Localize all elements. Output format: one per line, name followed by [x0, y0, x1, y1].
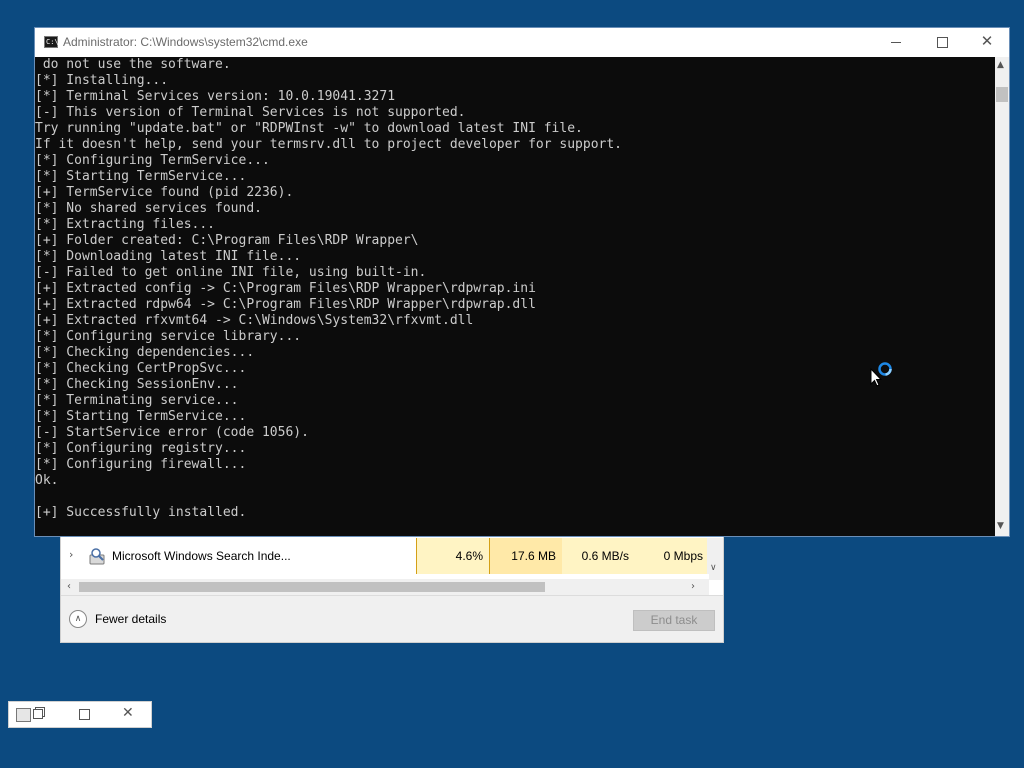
- console-line: [*] Downloading latest INI file...: [35, 249, 302, 264]
- console-line: [*] No shared services found.: [35, 201, 262, 216]
- maximize-icon[interactable]: [79, 709, 90, 720]
- process-list-horizontal-scrollbar[interactable]: ‹ ›: [61, 579, 709, 595]
- console-line: [+] Successfully installed.: [35, 505, 247, 520]
- scroll-up-icon[interactable]: ▲: [997, 60, 1004, 70]
- console-line: [*] Checking dependencies...: [35, 345, 255, 360]
- console-line: [*] Configuring firewall...: [35, 457, 247, 472]
- console-line: [-] StartService error (code 1056).: [35, 425, 309, 440]
- process-cpu: 4.6%: [416, 538, 489, 574]
- fewer-details-link[interactable]: Fewer details: [95, 612, 166, 626]
- console-line: [-] This version of Terminal Services is…: [35, 105, 466, 120]
- console-line: [*] Configuring service library...: [35, 329, 302, 344]
- console-line: [*] Checking CertPropSvc...: [35, 361, 247, 376]
- close-button[interactable]: ✕: [964, 28, 1010, 57]
- console-line: [+] Extracted config -> C:\Program Files…: [35, 281, 536, 296]
- maximize-icon: [937, 37, 948, 48]
- horizontal-scroll-thumb[interactable]: [79, 582, 545, 592]
- minimize-icon: [891, 42, 901, 43]
- console-scroll-thumb[interactable]: [996, 87, 1008, 102]
- chevron-up-circle-icon[interactable]: ∧: [69, 610, 87, 628]
- console-line: [+] Extracted rdpw64 -> C:\Program Files…: [35, 297, 536, 312]
- console-output[interactable]: do not use the software. [*] Installing..…: [35, 57, 994, 536]
- console-line: do not use the software.: [35, 57, 231, 72]
- scroll-right-icon[interactable]: ›: [691, 579, 695, 595]
- console-line: [*] Terminal Services version: 10.0.1904…: [35, 89, 396, 104]
- maximize-button[interactable]: [919, 28, 965, 57]
- console-line: [+] TermService found (pid 2236).: [35, 185, 294, 200]
- minimize-button[interactable]: [873, 28, 919, 57]
- console-line: [*] Configuring registry...: [35, 441, 247, 456]
- cmd-window: C:\ Administrator: C:\Windows\system32\c…: [34, 27, 1010, 537]
- console-line: [*] Starting TermService...: [35, 169, 247, 184]
- scroll-left-icon[interactable]: ‹: [67, 579, 71, 595]
- console-line: [*] Installing...: [35, 73, 169, 88]
- restore-icon[interactable]: [33, 709, 43, 719]
- cmd-app-icon: C:\: [44, 36, 59, 48]
- console-line: Try running "update.bat" or "RDPWInst -w…: [35, 121, 583, 136]
- console-line: [*] Starting TermService...: [35, 409, 247, 424]
- cmd-title-bar[interactable]: C:\ Administrator: C:\Windows\system32\c…: [35, 28, 1009, 57]
- minimized-window[interactable]: ✕: [8, 701, 152, 728]
- console-line: [*] Terminating service...: [35, 393, 239, 408]
- busy-cursor-icon: [870, 362, 892, 387]
- window-app-icon: [16, 708, 31, 722]
- process-disk: 0.6 MB/s: [562, 538, 635, 574]
- console-line: [+] Extracted rfxvmt64 -> C:\Windows\Sys…: [35, 313, 474, 328]
- process-memory: 17.6 MB: [489, 538, 562, 574]
- console-line: Ok.: [35, 473, 59, 488]
- process-network: 0 Mbps: [635, 538, 709, 574]
- expand-chevron-icon[interactable]: ›: [69, 548, 81, 562]
- search-indexer-icon: [89, 548, 105, 565]
- console-vertical-scrollbar[interactable]: ▲ ▼: [995, 57, 1009, 536]
- close-icon[interactable]: ✕: [122, 705, 134, 721]
- task-manager-footer: ∧ Fewer details End task: [61, 595, 723, 642]
- end-task-button[interactable]: End task: [633, 610, 715, 631]
- process-row[interactable]: › Microsoft Windows Search Inde... 4.6% …: [61, 538, 709, 574]
- console-line: [*] Checking SessionEnv...: [35, 377, 239, 392]
- window-title: Administrator: C:\Windows\system32\cmd.e…: [63, 35, 308, 49]
- console-line: [*] Configuring TermService...: [35, 153, 270, 168]
- process-list-vertical-scrollbar[interactable]: ∨: [707, 538, 723, 580]
- console-line: If it doesn't help, send your termsrv.dl…: [35, 137, 622, 152]
- console-line: [+] Folder created: C:\Program Files\RDP…: [35, 233, 419, 248]
- close-icon: ✕: [980, 32, 994, 50]
- process-name: Microsoft Windows Search Inde...: [112, 549, 291, 563]
- console-line: [-] Failed to get online INI file, using…: [35, 265, 427, 280]
- scroll-down-icon[interactable]: ∨: [710, 563, 717, 573]
- console-line: [*] Extracting files...: [35, 217, 216, 232]
- scroll-down-icon[interactable]: ▼: [997, 521, 1004, 531]
